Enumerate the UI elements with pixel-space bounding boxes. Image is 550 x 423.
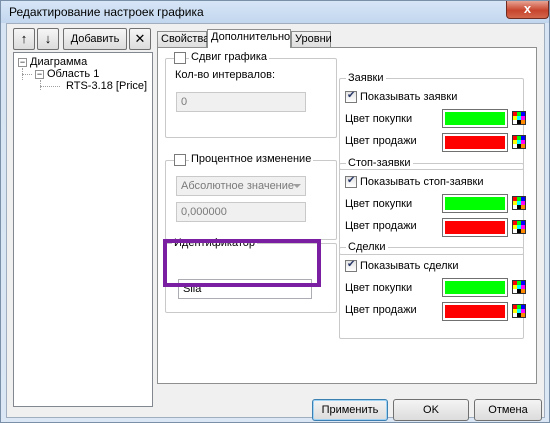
percent-group: Процентное изменение Абсолютное значение… bbox=[165, 153, 337, 240]
stop-orders-buy-label: Цвет покупки bbox=[345, 198, 413, 210]
identifier-legend: Идентификатор bbox=[172, 237, 257, 249]
tab-levels[interactable]: Уровни bbox=[291, 31, 332, 47]
shift-group: Сдвиг графика Кол-во интервалов: 0 bbox=[165, 51, 337, 138]
close-icon: x bbox=[523, 1, 532, 16]
stop-orders-legend: Стоп-заявки bbox=[346, 157, 413, 169]
value-mode-select[interactable]: Абсолютное значение bbox=[176, 176, 306, 196]
chevron-down-icon bbox=[293, 184, 301, 188]
tree-connector bbox=[22, 74, 32, 75]
show-stop-orders-checkbox[interactable] bbox=[345, 175, 357, 188]
buy-color-fill bbox=[445, 197, 505, 210]
add-button[interactable]: Добавить bbox=[63, 28, 127, 50]
sell-color-fill bbox=[445, 136, 505, 149]
ok-button[interactable]: OK bbox=[393, 399, 469, 421]
value-mode-value: Абсолютное значение bbox=[181, 180, 295, 192]
show-orders-checkbox[interactable] bbox=[345, 90, 357, 103]
move-up-button[interactable]: ↑ bbox=[13, 28, 35, 50]
stop-orders-sell-label: Цвет продажи bbox=[345, 220, 417, 232]
cancel-button[interactable]: Отмена bbox=[474, 399, 542, 421]
deals-group: Сделки Показывать сделки Цвет покупки Цв… bbox=[339, 241, 526, 339]
stop-orders-buy-color[interactable] bbox=[442, 194, 508, 213]
stop-orders-sell-color[interactable] bbox=[442, 218, 508, 237]
settings-dialog: Редактирование настроек графика x ↑ ↓ До… bbox=[0, 0, 550, 423]
deals-sell-color[interactable] bbox=[442, 302, 508, 321]
tree-node-instrument[interactable]: RTS-3.18 [Price] bbox=[66, 80, 147, 92]
arrow-down-icon: ↓ bbox=[44, 31, 52, 46]
orders-sell-color[interactable] bbox=[442, 133, 508, 152]
intervals-input[interactable]: 0 bbox=[176, 92, 306, 112]
show-orders-label: Показывать заявки bbox=[360, 91, 458, 103]
orders-buy-label: Цвет покупки bbox=[345, 113, 413, 125]
tab-additional[interactable]: Дополнительно bbox=[207, 29, 291, 48]
percent-checkbox-label: Процентное изменение bbox=[189, 153, 314, 165]
collapse-icon[interactable]: − bbox=[18, 58, 27, 67]
percent-value-input[interactable]: 0,000000 bbox=[176, 202, 306, 222]
shift-checkbox-label: Сдвиг графика bbox=[189, 51, 270, 63]
orders-legend: Заявки bbox=[346, 72, 386, 84]
close-button[interactable]: x bbox=[506, 1, 549, 19]
tree-connector bbox=[40, 80, 41, 90]
shift-checkbox[interactable] bbox=[174, 52, 186, 64]
palette-icon[interactable] bbox=[512, 135, 526, 149]
dialog-body: ↑ ↓ Добавить ✕ − Диаграмма − Область 1 R… bbox=[6, 23, 545, 421]
identifier-group: Идентификатор Sila bbox=[165, 237, 337, 313]
deals-sell-label: Цвет продажи bbox=[345, 304, 417, 316]
percent-checkbox[interactable] bbox=[174, 154, 186, 166]
show-stop-orders-label: Показывать стоп-заявки bbox=[360, 176, 484, 188]
buy-color-fill bbox=[445, 112, 505, 125]
deals-buy-label: Цвет покупки bbox=[345, 282, 413, 294]
palette-icon[interactable] bbox=[512, 304, 526, 318]
palette-icon[interactable] bbox=[512, 280, 526, 294]
move-down-button[interactable]: ↓ bbox=[37, 28, 59, 50]
deals-buy-color[interactable] bbox=[442, 278, 508, 297]
show-deals-checkbox[interactable] bbox=[345, 259, 357, 272]
buy-color-fill bbox=[445, 281, 505, 294]
orders-sell-label: Цвет продажи bbox=[345, 135, 417, 147]
palette-icon[interactable] bbox=[512, 220, 526, 234]
identifier-input[interactable]: Sila bbox=[178, 279, 312, 299]
palette-icon[interactable] bbox=[512, 196, 526, 210]
window-title: Редактирование настроек графика bbox=[9, 5, 204, 19]
chart-tree[interactable]: − Диаграмма − Область 1 RTS-3.18 [Price] bbox=[13, 52, 153, 407]
delete-button[interactable]: ✕ bbox=[129, 28, 151, 50]
tab-properties[interactable]: Свойства bbox=[157, 31, 209, 47]
collapse-icon[interactable]: − bbox=[35, 70, 44, 79]
additional-tab-page: Сдвиг графика Кол-во интервалов: 0 Проце… bbox=[157, 47, 537, 384]
title-bar: Редактирование настроек графика x bbox=[1, 1, 549, 23]
apply-button[interactable]: Применить bbox=[312, 399, 388, 421]
show-deals-label: Показывать сделки bbox=[360, 260, 459, 272]
orders-buy-color[interactable] bbox=[442, 109, 508, 128]
delete-icon: ✕ bbox=[134, 31, 146, 46]
palette-icon[interactable] bbox=[512, 111, 526, 125]
intervals-label: Кол-во интервалов: bbox=[175, 69, 276, 81]
tree-node-area[interactable]: Область 1 bbox=[47, 68, 99, 80]
tree-connector bbox=[40, 86, 60, 87]
tree-node-diagram[interactable]: Диаграмма bbox=[30, 56, 87, 68]
arrow-up-icon: ↑ bbox=[20, 31, 28, 46]
sell-color-fill bbox=[445, 221, 505, 234]
deals-legend: Сделки bbox=[346, 241, 388, 253]
sell-color-fill bbox=[445, 305, 505, 318]
